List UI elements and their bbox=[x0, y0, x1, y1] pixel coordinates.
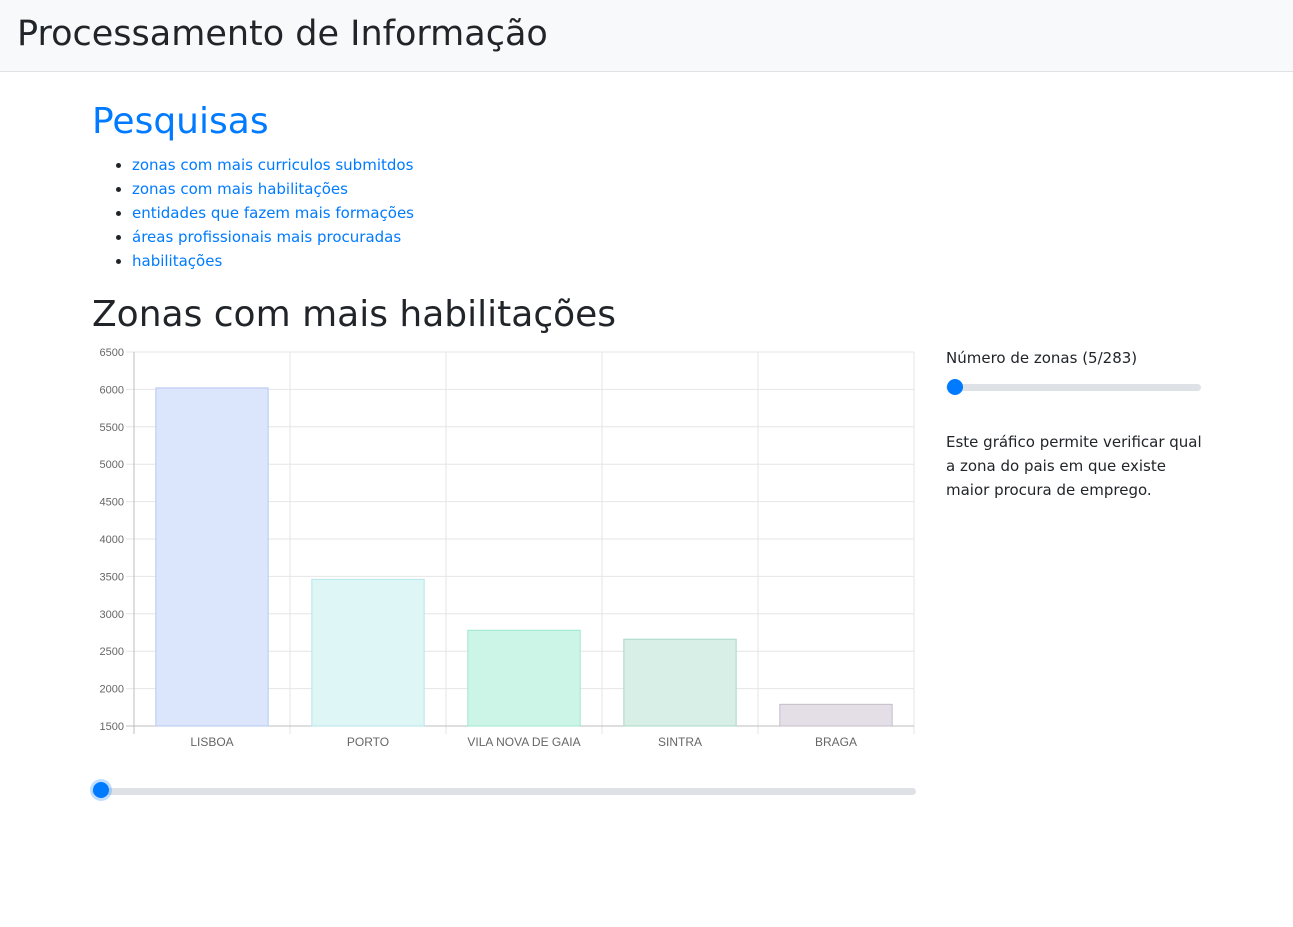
link-zonas-curriculos[interactable]: zonas com mais curriculos submitdos bbox=[132, 156, 413, 174]
list-item: zonas com mais curriculos submitdos bbox=[132, 153, 414, 177]
x-tick-label: SINTRA bbox=[658, 735, 702, 749]
bar bbox=[311, 578, 425, 727]
link-zonas-habilitacoes[interactable]: zonas com mais habilitações bbox=[132, 180, 348, 198]
link-habilitacoes[interactable]: habilitações bbox=[132, 252, 222, 270]
y-tick-label: 3500 bbox=[100, 571, 124, 583]
y-tick-label: 4000 bbox=[100, 534, 124, 546]
y-tick-label: 6500 bbox=[100, 347, 124, 359]
bar-chart: 6500 6000 5500 5000 4500 4000 3500 3000 2500 2000… bbox=[100, 347, 915, 749]
app-title: Processamento de Informação bbox=[17, 14, 548, 54]
y-tick-label: 4500 bbox=[100, 497, 124, 509]
list-item: zonas com mais habilitações bbox=[132, 177, 414, 201]
chart-description: Este gráfico permite verificar qual a zo… bbox=[946, 433, 1202, 499]
bar bbox=[779, 703, 893, 727]
slider-thumb[interactable] bbox=[93, 782, 109, 798]
x-tick-label: VILA NOVA DE GAIA bbox=[467, 735, 580, 749]
zones-count-slider[interactable] bbox=[946, 379, 1201, 395]
navbar: Processamento de Informação bbox=[0, 0, 1293, 72]
bar bbox=[155, 387, 269, 727]
x-tick-label: BRAGA bbox=[815, 735, 857, 749]
y-tick-label: 2500 bbox=[100, 646, 124, 658]
x-tick-label: LISBOA bbox=[190, 735, 233, 749]
bar bbox=[467, 629, 581, 727]
list-item: áreas profissionais mais procuradas bbox=[132, 225, 414, 249]
link-entidades-formacoes[interactable]: entidades que fazem mais formações bbox=[132, 204, 414, 222]
zones-count-label: Número de zonas (5/283) bbox=[946, 349, 1138, 367]
chart-title: Zonas com mais habilitações bbox=[92, 294, 617, 335]
y-tick-label: 1500 bbox=[100, 721, 124, 733]
slider-thumb[interactable] bbox=[947, 379, 963, 395]
link-areas-profissionais[interactable]: áreas profissionais mais procuradas bbox=[132, 228, 401, 246]
list-item: entidades que fazem mais formações bbox=[132, 201, 414, 225]
pesquisas-list: zonas com mais curriculos submitdos zona… bbox=[92, 153, 414, 273]
chart-range-slider[interactable] bbox=[92, 782, 916, 798]
y-tick-label: 2000 bbox=[100, 684, 124, 696]
pesquisas-title: Pesquisas bbox=[92, 101, 269, 142]
y-tick-label: 6000 bbox=[100, 384, 124, 396]
bar bbox=[623, 638, 737, 727]
y-tick-label: 5500 bbox=[100, 422, 124, 434]
y-tick-label: 5000 bbox=[100, 459, 124, 471]
y-tick-label: 3000 bbox=[100, 609, 124, 621]
list-item: habilitações bbox=[132, 249, 414, 273]
x-tick-label: PORTO bbox=[347, 735, 389, 749]
